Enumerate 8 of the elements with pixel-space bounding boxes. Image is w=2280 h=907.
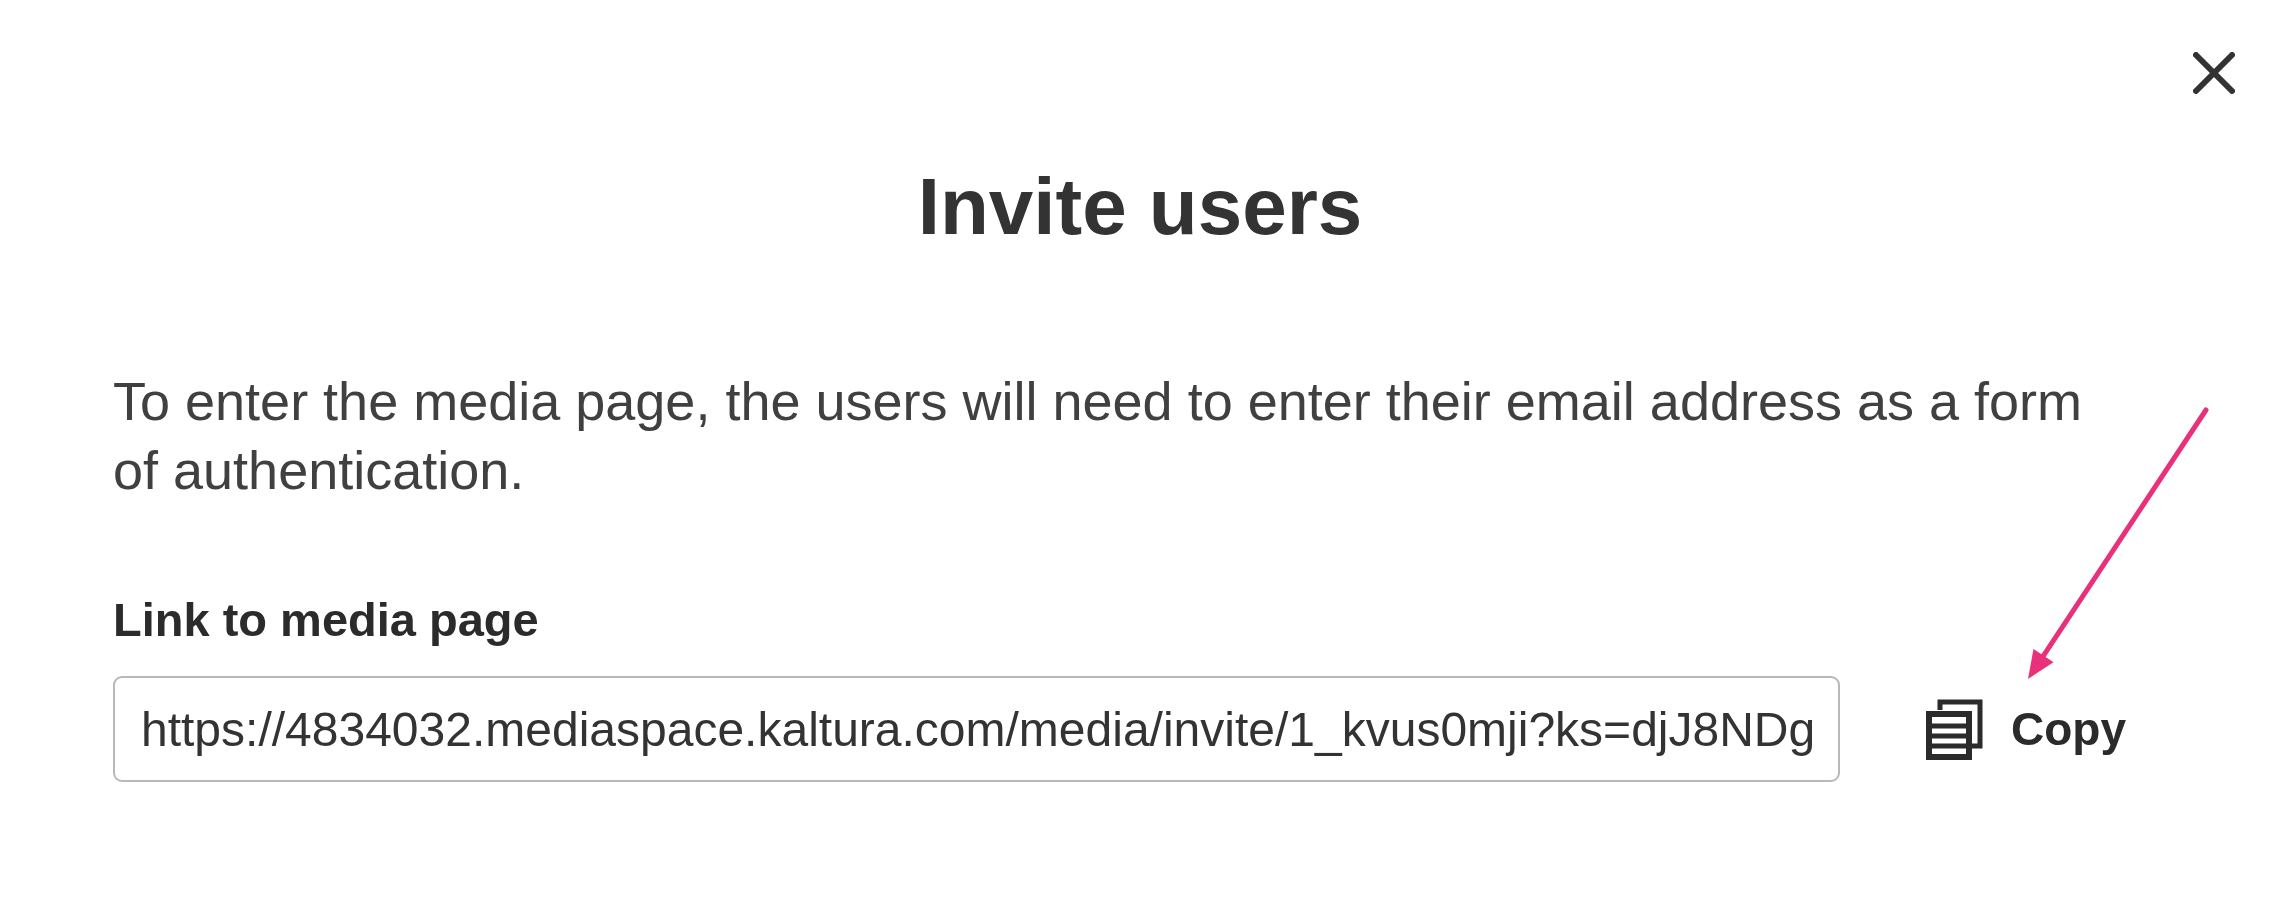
close-icon [2193, 52, 2235, 94]
close-button[interactable] [2193, 52, 2235, 94]
dialog-title: Invite users [916, 161, 1364, 253]
field-label: Link to media page [113, 592, 539, 648]
link-field[interactable]: https://4834032.mediaspace.kaltura.com/media/invite/1_kvus0mji?ks=djJ8NDg [113, 676, 1840, 782]
description-text: To enter the media page, the users will need to enter their email address as a form of authentication. [113, 370, 2084, 502]
copy-icon [1926, 698, 1983, 760]
copy-button[interactable]: Copy [1926, 698, 2126, 760]
